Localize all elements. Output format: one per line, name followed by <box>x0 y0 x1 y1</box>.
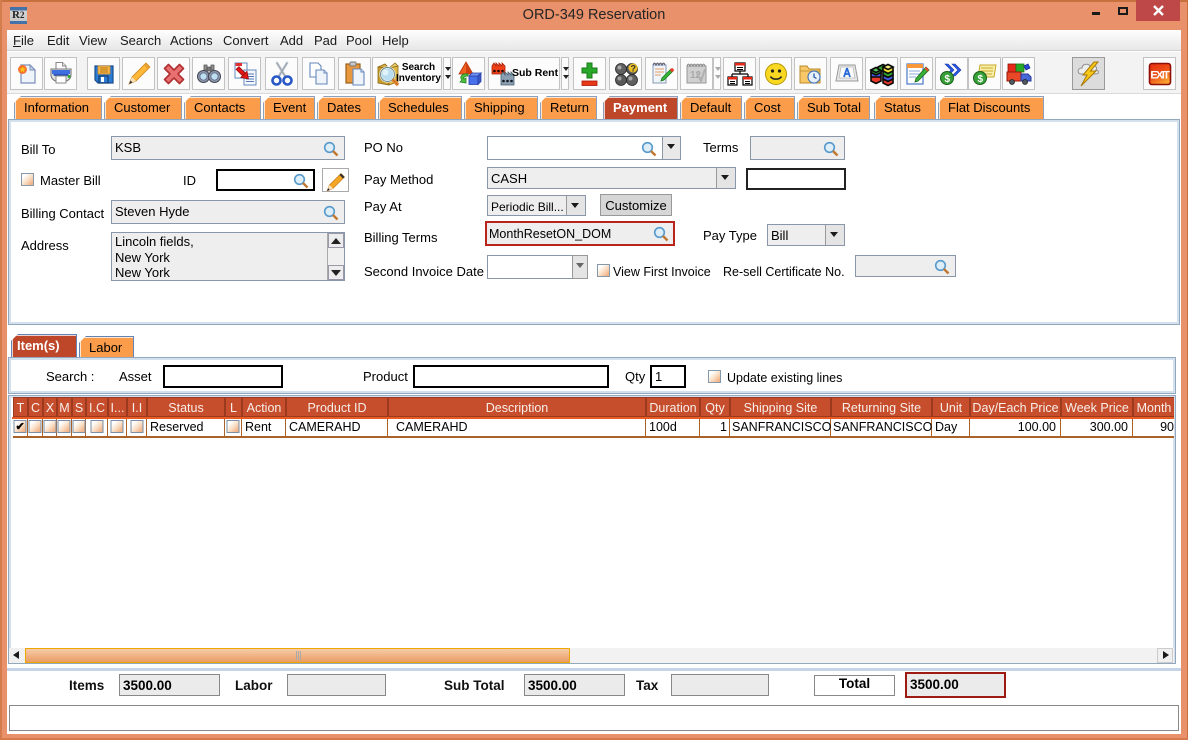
svg-text:$: $ <box>977 74 983 85</box>
svg-text:EXIT: EXIT <box>1150 69 1170 81</box>
svg-text:?: ? <box>630 63 636 73</box>
svg-text:$: $ <box>944 74 950 85</box>
